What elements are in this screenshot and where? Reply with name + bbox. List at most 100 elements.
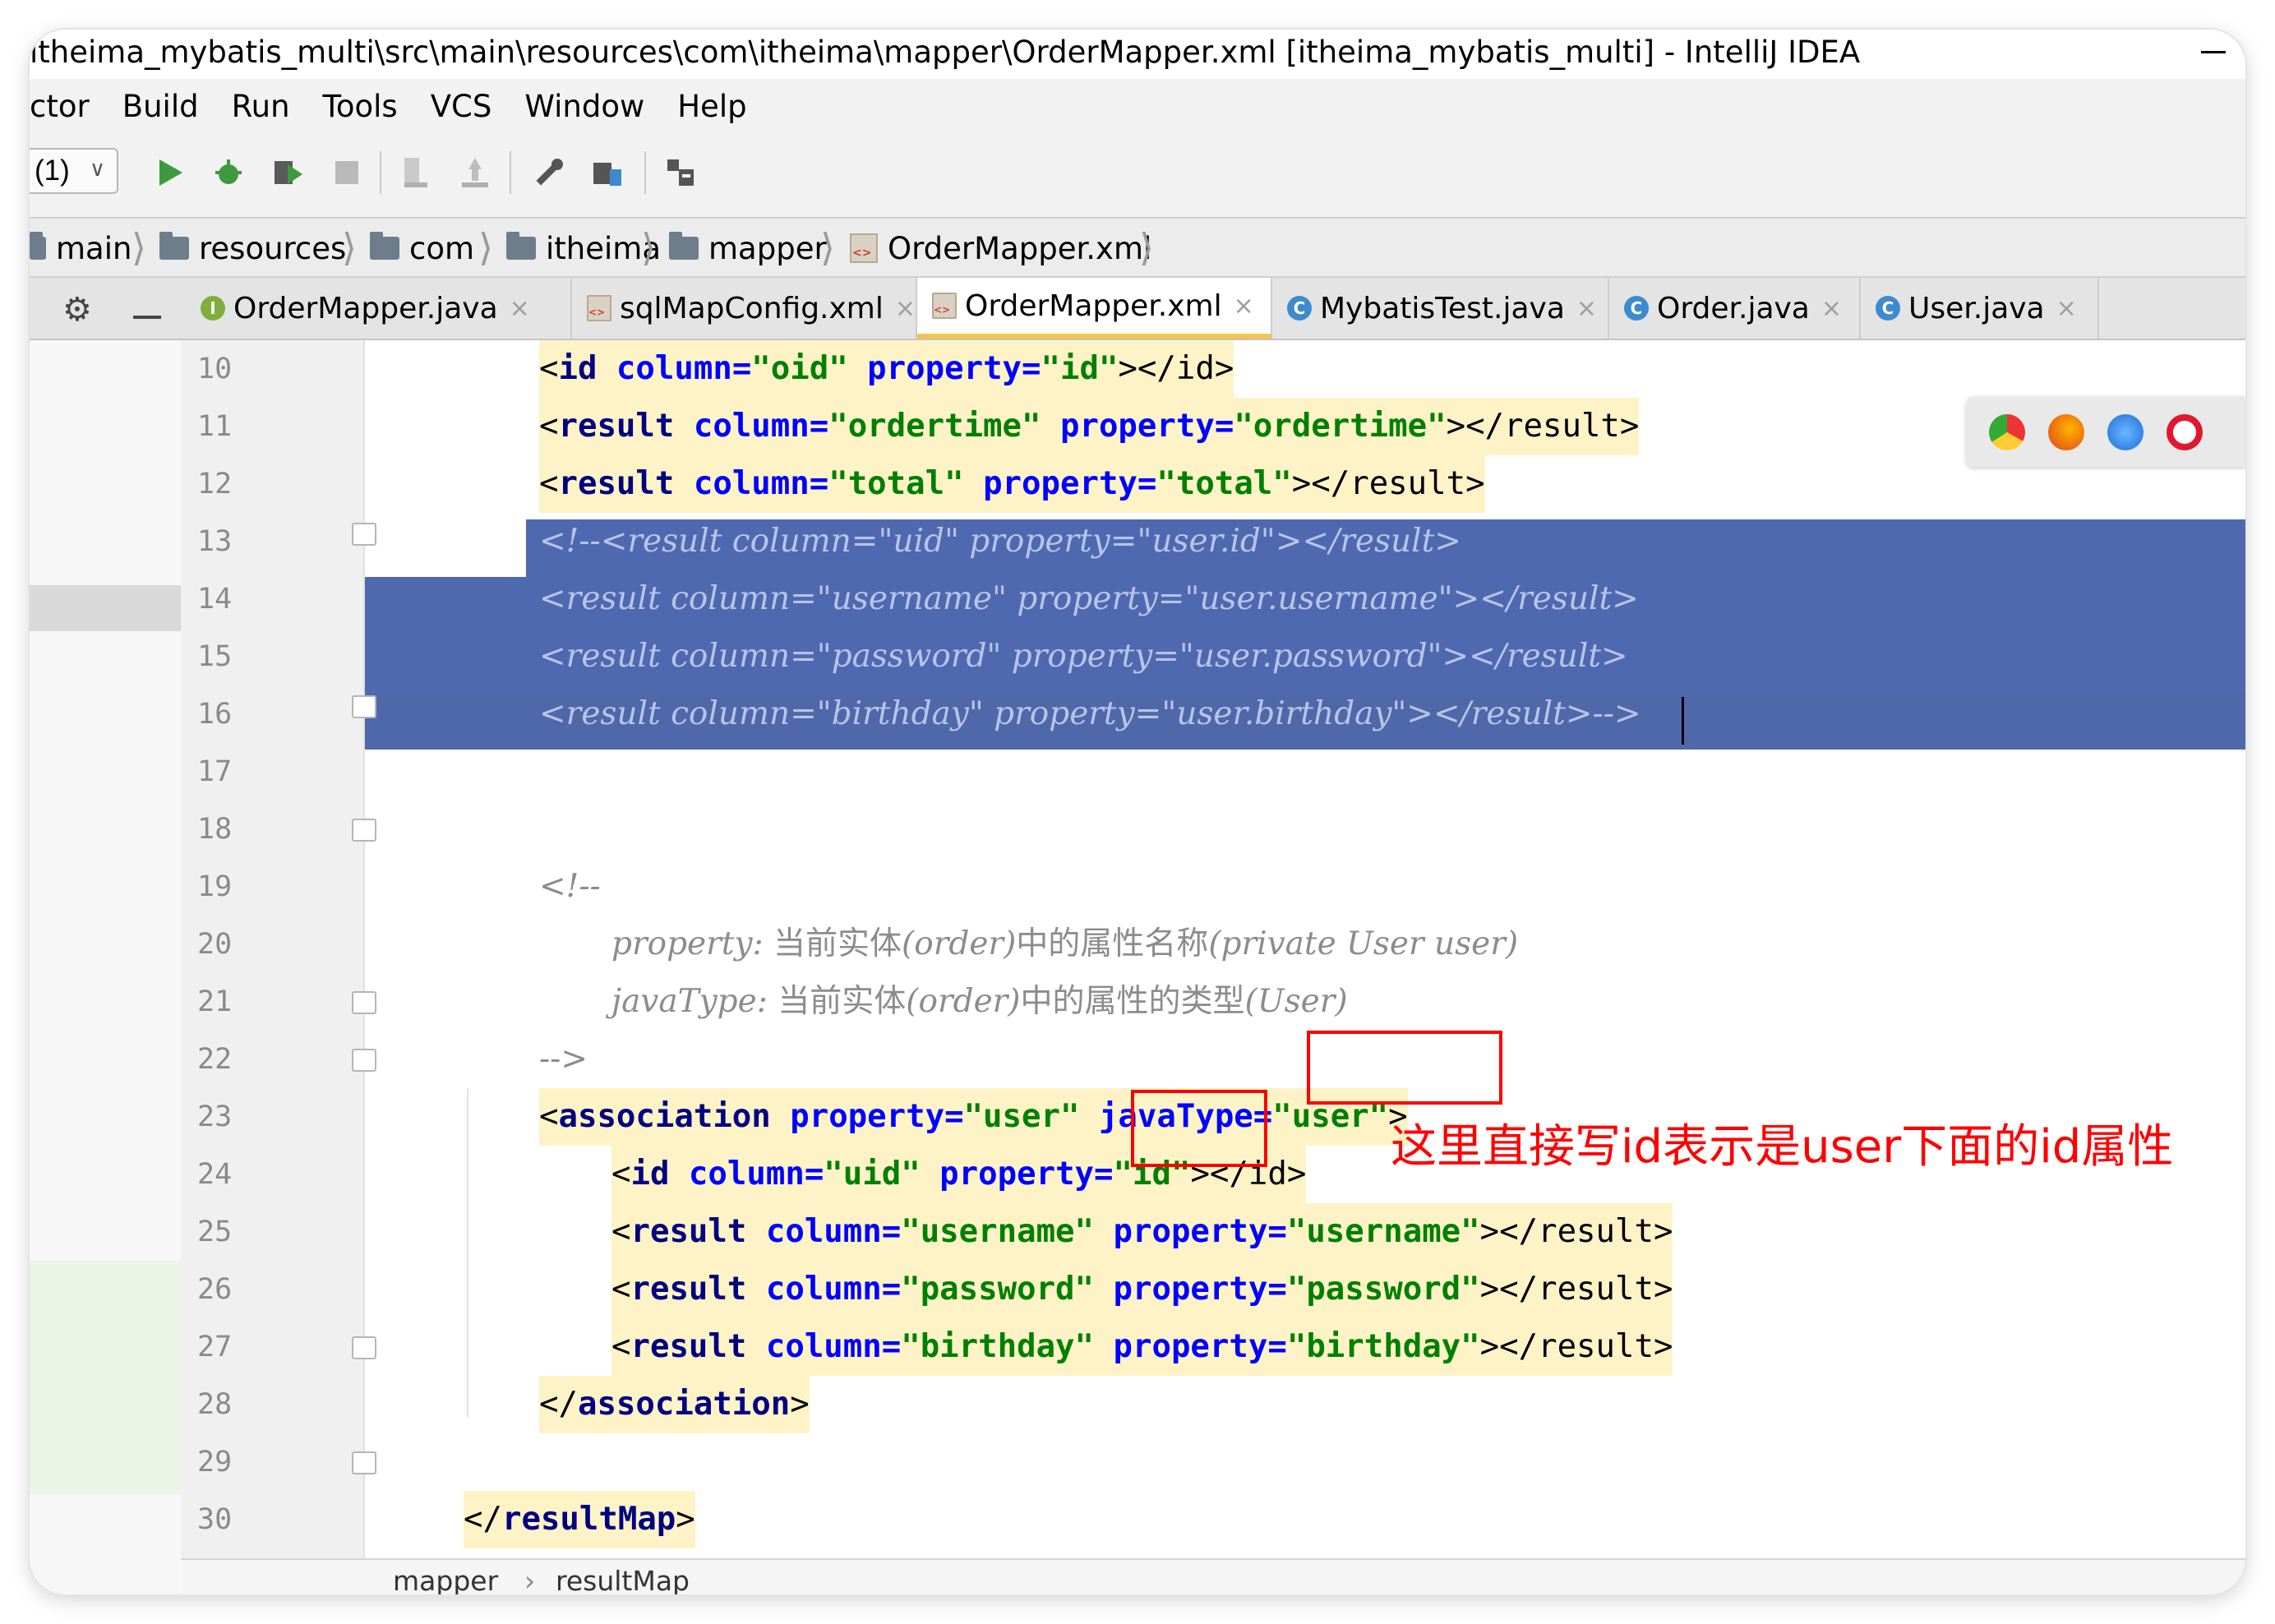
fold-marker-icon[interactable] xyxy=(352,523,376,546)
editor-tabs: I OrderMapper.java × sqlMapConfig.xml × … xyxy=(30,278,2245,340)
project-structure-icon[interactable] xyxy=(590,155,626,191)
line-number: 28 xyxy=(197,1388,233,1421)
code-line-14: <result column="username" property="user… xyxy=(539,580,1639,617)
breadcrumb-itheima[interactable]: itheima xyxy=(506,230,661,266)
code-line-29: </resultMap> xyxy=(464,1491,695,1548)
opera-icon[interactable] xyxy=(2167,414,2203,450)
line-number: 29 xyxy=(197,1446,233,1479)
menu-vcs[interactable]: VCS xyxy=(431,89,492,124)
minimize-button[interactable] xyxy=(2201,51,2226,53)
code-line-13: <!--<result column="uid" property="user.… xyxy=(539,523,1461,560)
fold-marker-icon[interactable] xyxy=(352,819,376,842)
deploy-icon[interactable] xyxy=(457,155,493,191)
class-icon: C xyxy=(1876,296,1900,321)
status-crumb-mapper[interactable]: mapper xyxy=(393,1565,498,1594)
build-icon[interactable] xyxy=(398,155,434,191)
breadcrumb-mapper[interactable]: mapper xyxy=(669,230,827,266)
chevron-right-icon: ⟩ xyxy=(641,226,656,269)
highlight-box-property-id xyxy=(1131,1090,1267,1167)
gear-icon[interactable]: ⚙ xyxy=(62,291,92,329)
menu-bar: ctor Build Run Tools VCS Window Help xyxy=(30,79,2245,133)
toolbar: (1) ∨ xyxy=(30,133,2245,219)
menu-build[interactable]: Build xyxy=(122,89,199,124)
tab-label: sqlMapConfig.xml xyxy=(619,291,884,325)
title-bar: ıtheima_mybatis_multi\src\main\resources… xyxy=(30,30,2245,79)
tab-label: OrderMapper.java xyxy=(233,291,498,325)
chevron-right-icon: ⟩ xyxy=(1139,226,1154,269)
vcs-icon[interactable] xyxy=(662,155,699,191)
line-number: 21 xyxy=(197,985,233,1018)
chevron-right-icon: ⟩ xyxy=(478,226,493,269)
menu-window[interactable]: Window xyxy=(524,89,644,124)
open-in-browser-panel xyxy=(1966,396,2245,467)
breadcrumb-label: main xyxy=(56,230,132,266)
chevron-right-icon: ⟩ xyxy=(342,226,357,269)
structure-breadcrumb: mapper › resultMap xyxy=(181,1558,2245,1594)
tab-ordermapper-java[interactable]: I OrderMapper.java × xyxy=(186,278,572,339)
project-tool-strip: ⚙ xyxy=(30,292,181,1594)
chevron-right-icon: › xyxy=(524,1565,536,1594)
indent-guide xyxy=(467,1088,468,1417)
breadcrumb: main ⟩ resources ⟩ com ⟩ itheima ⟩ mappe… xyxy=(30,219,2245,278)
wrench-icon[interactable] xyxy=(531,155,567,191)
line-number: 17 xyxy=(197,755,233,788)
fold-marker-icon[interactable] xyxy=(352,1451,376,1474)
chevron-right-icon: ⟩ xyxy=(132,226,146,269)
run-icon[interactable] xyxy=(151,155,187,191)
tab-mybatistest-java[interactable]: C MybatisTest.java × xyxy=(1272,278,1609,339)
folder-icon xyxy=(370,232,399,260)
line-number: 26 xyxy=(197,1273,233,1306)
line-number: 18 xyxy=(197,813,233,846)
close-icon[interactable]: × xyxy=(510,294,530,323)
safari-icon[interactable] xyxy=(2107,414,2143,450)
annotation-note: 这里直接写id表示是user下面的id属性 xyxy=(1391,1120,2174,1174)
close-icon[interactable]: × xyxy=(1234,292,1254,321)
code-line-18: <!-- xyxy=(539,868,601,905)
firefox-icon[interactable] xyxy=(2048,414,2084,450)
line-number: 25 xyxy=(197,1216,233,1248)
breadcrumb-label: mapper xyxy=(708,230,827,266)
tab-user-java[interactable]: C User.java × xyxy=(1861,278,2099,339)
fold-marker-icon[interactable] xyxy=(352,991,376,1014)
tab-label: MybatisTest.java xyxy=(1320,291,1565,325)
tab-label: User.java xyxy=(1908,291,2045,325)
breadcrumb-label: OrderMapper.xml xyxy=(888,230,1152,266)
stop-icon[interactable] xyxy=(329,155,365,191)
menu-refactor[interactable]: ctor xyxy=(30,89,90,124)
code-line-20: javaType: 当前实体(order)中的属性的类型(User) xyxy=(611,983,1348,1020)
breadcrumb-main[interactable]: main xyxy=(30,230,132,266)
folder-icon xyxy=(506,232,536,260)
tab-label: OrderMapper.xml xyxy=(965,288,1222,323)
class-icon: C xyxy=(1287,296,1312,321)
breadcrumb-resources[interactable]: resources xyxy=(159,230,346,266)
coverage-icon[interactable] xyxy=(270,155,306,191)
close-icon[interactable]: × xyxy=(1821,294,1842,323)
status-crumb-resultmap[interactable]: resultMap xyxy=(556,1565,690,1594)
code-line-24: <result column="username" property="user… xyxy=(611,1203,1673,1261)
line-number: 24 xyxy=(197,1158,233,1191)
breadcrumb-file[interactable]: OrderMapper.xml xyxy=(850,230,1151,266)
xml-icon xyxy=(587,295,611,321)
run-config-dropdown[interactable]: (1) ∨ xyxy=(30,148,118,194)
chrome-icon[interactable] xyxy=(1989,414,2025,450)
code-editor[interactable]: <id column="oid" property="id"></id> <re… xyxy=(181,340,2245,1558)
tab-ordermapper-xml[interactable]: OrderMapper.xml × xyxy=(917,278,1272,339)
fold-marker-icon[interactable] xyxy=(352,695,376,718)
code-line-10: <id column="oid" property="id"></id> xyxy=(539,340,1234,398)
debug-icon[interactable] xyxy=(210,155,247,191)
close-icon[interactable]: × xyxy=(895,294,916,323)
close-icon[interactable]: × xyxy=(1576,294,1597,323)
hide-panel-icon[interactable] xyxy=(133,316,161,319)
menu-tools[interactable]: Tools xyxy=(323,89,398,124)
tab-sqlmapconfig-xml[interactable]: sqlMapConfig.xml × xyxy=(572,278,917,339)
tab-label: Order.java xyxy=(1657,291,1810,325)
menu-help[interactable]: Help xyxy=(677,89,746,124)
fold-marker-icon[interactable] xyxy=(352,1336,376,1359)
tab-order-java[interactable]: C Order.java × xyxy=(1609,278,1861,339)
line-number: 30 xyxy=(197,1503,233,1536)
fold-marker-icon[interactable] xyxy=(352,1049,376,1072)
line-number: 23 xyxy=(197,1100,233,1133)
menu-run[interactable]: Run xyxy=(232,89,290,124)
breadcrumb-com[interactable]: com xyxy=(370,230,474,266)
close-icon[interactable]: × xyxy=(2056,294,2077,323)
